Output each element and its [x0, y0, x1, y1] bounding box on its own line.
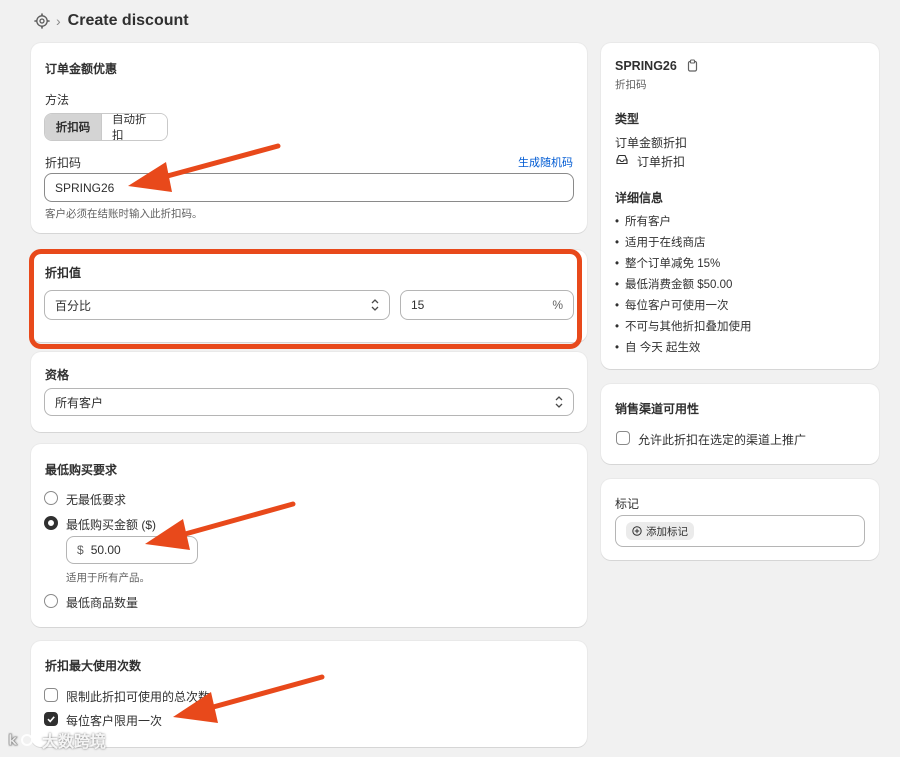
min-amount-value: 50.00: [90, 543, 121, 557]
summary-type-tag: 订单折扣: [637, 155, 686, 169]
code-help-text: 客户必须在结账时输入此折扣码。: [45, 208, 203, 220]
radio-label: 最低商品数量: [66, 596, 139, 610]
card-title: 最低购买要求: [45, 463, 118, 477]
code-label: 折扣码: [45, 156, 82, 170]
svg-text:k: k: [8, 733, 18, 749]
currency-prefix: $: [77, 543, 84, 557]
card-title: 折扣最大使用次数: [45, 659, 142, 673]
summary-code: SPRING26: [615, 59, 677, 73]
summary-code-sub: 折扣码: [615, 79, 647, 91]
radio-min-amount[interactable]: [44, 516, 58, 530]
watermark-text: 大数跨境: [42, 734, 107, 751]
card-title: 订单金额优惠: [45, 62, 118, 76]
card-title: 标记: [615, 497, 640, 511]
method-option-automatic[interactable]: 自动折扣: [101, 114, 167, 140]
discount-code-input[interactable]: SPRING26: [44, 173, 574, 202]
limit-total-uses-checkbox[interactable]: [44, 688, 58, 702]
radio-min-quantity[interactable]: [44, 594, 58, 608]
checkbox-label: 每位客户限用一次: [66, 714, 163, 728]
inbox-icon: [616, 154, 628, 165]
watermark: k 大数跨境: [8, 728, 106, 752]
summary-type-value: 订单金额折扣: [615, 136, 688, 150]
summary-card: SPRING26 折扣码 类型 订单金额折扣 订单折扣 详细信息 所有客户 适用…: [601, 43, 879, 369]
method-label: 方法: [45, 93, 70, 107]
minimum-requirements-card: 最低购买要求 无最低要求 最低购买金额 ($) $ 50.00 适用于所有产品。…: [31, 444, 587, 627]
channel-promote-checkbox[interactable]: [616, 431, 630, 445]
method-segmented-control: 折扣码 自动折扣: [44, 113, 168, 141]
checkbox-label: 允许此折扣在选定的渠道上推广: [638, 433, 807, 447]
sales-channels-card: 销售渠道可用性 允许此折扣在选定的渠道上推广: [601, 384, 879, 464]
eligibility-value: 所有客户: [55, 395, 104, 410]
card-title: 资格: [45, 368, 70, 382]
page-title: Create discount: [67, 12, 189, 29]
detail-item: 最低消费金额 $50.00: [615, 276, 732, 292]
method-option-code[interactable]: 折扣码: [45, 114, 101, 140]
chevron-right-icon: ›: [56, 13, 61, 29]
eligibility-select[interactable]: 所有客户: [44, 388, 574, 416]
summary-details-title: 详细信息: [615, 191, 664, 205]
one-per-customer-checkbox[interactable]: [44, 712, 58, 726]
discount-code-value: SPRING26: [55, 180, 115, 195]
tags-card: 标记 添加标记: [601, 479, 879, 560]
radio-label: 最低购买金额 ($): [66, 518, 157, 532]
tags-input[interactable]: 添加标记: [615, 515, 865, 547]
discount-method-card: 订单金额优惠 方法 折扣码 自动折扣 折扣码 生成随机码 SPRING26 客户…: [31, 43, 587, 233]
min-amount-help: 适用于所有产品。: [66, 572, 150, 584]
detail-item: 适用于在线商店: [615, 234, 706, 250]
max-uses-card: 折扣最大使用次数 限制此折扣可使用的总次数 每位客户限用一次: [31, 641, 587, 747]
radio-label: 无最低要求: [66, 493, 127, 507]
summary-type-title: 类型: [615, 112, 640, 126]
detail-item: 不可与其他折扣叠加使用: [615, 318, 752, 334]
card-title: 销售渠道可用性: [615, 402, 700, 416]
copy-icon[interactable]: [687, 59, 698, 72]
gear-icon[interactable]: [34, 13, 50, 29]
checkmark-icon: [47, 716, 55, 723]
detail-item: 所有客户: [615, 213, 671, 229]
annotation-highlight-box: [29, 249, 582, 349]
checkbox-label: 限制此折扣可使用的总次数: [66, 690, 211, 704]
plus-circle-icon: [632, 526, 642, 536]
detail-item: 自 今天 起生效: [615, 339, 700, 355]
watermark-logo-icon: k: [8, 733, 33, 749]
page-header: › Create discount: [34, 10, 189, 32]
eligibility-card: 资格 所有客户: [31, 352, 587, 432]
add-tag-button[interactable]: 添加标记: [626, 522, 694, 540]
detail-item: 每位客户可使用一次: [615, 297, 729, 313]
detail-item: 整个订单减免 15%: [615, 255, 720, 271]
select-chevron-icon: [555, 396, 563, 408]
radio-no-minimum[interactable]: [44, 491, 58, 505]
add-tag-label: 添加标记: [646, 525, 688, 538]
min-amount-input[interactable]: $ 50.00: [66, 536, 198, 564]
generate-code-link[interactable]: 生成随机码: [518, 154, 573, 170]
